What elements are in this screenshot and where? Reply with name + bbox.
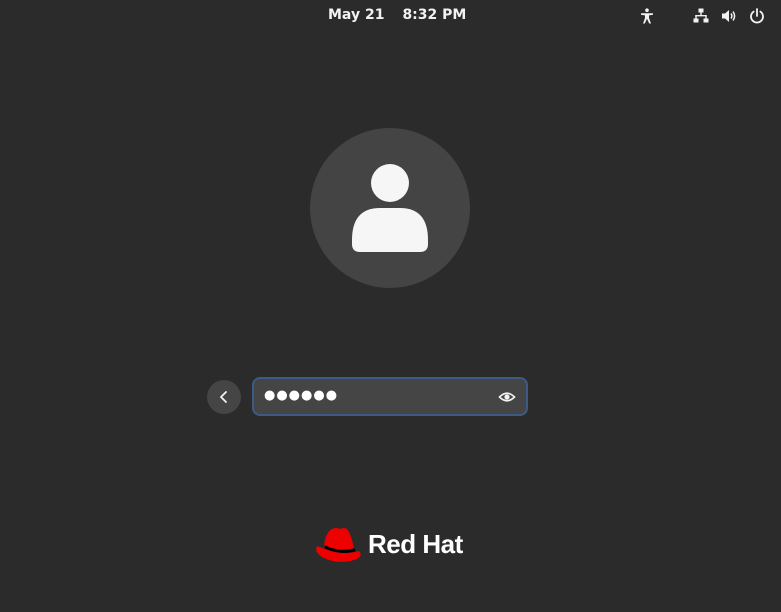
brand-name: Red Hat <box>368 528 463 559</box>
chevron-left-icon <box>220 391 227 403</box>
redhat-branding: Red Hat <box>314 524 463 564</box>
back-button[interactable] <box>207 380 241 414</box>
network-wired-icon[interactable] <box>692 7 710 25</box>
accessibility-icon[interactable] <box>638 7 656 25</box>
login-screen: May 21 8:32 PM ●●●●●● Red Hat <box>0 0 781 612</box>
clock[interactable]: May 21 8:32 PM <box>328 7 466 23</box>
volume-icon[interactable] <box>720 7 738 25</box>
user-silhouette-icon <box>352 164 428 252</box>
redhat-fedora-icon <box>316 528 361 562</box>
clock-time: 8:32 PM <box>402 7 467 23</box>
user-avatar <box>310 128 470 288</box>
clock-date: May 21 <box>328 7 385 23</box>
top-bar: May 21 8:32 PM <box>0 0 781 32</box>
power-icon[interactable] <box>748 7 766 25</box>
eye-icon[interactable] <box>498 388 516 406</box>
password-masked-text: ●●●●●● <box>264 388 339 403</box>
password-input[interactable]: ●●●●●● <box>254 379 526 414</box>
